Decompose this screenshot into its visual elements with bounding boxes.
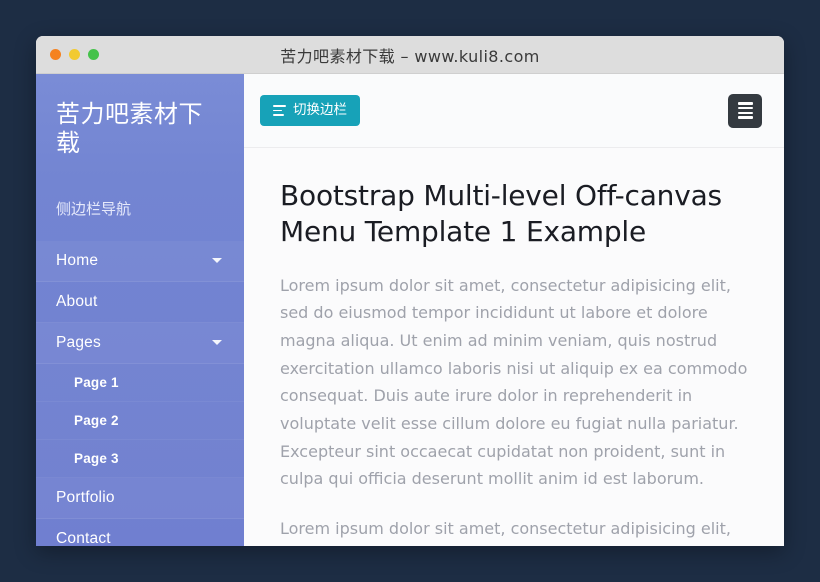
sidebar-item-label: Pages [56,334,101,352]
page-title: Bootstrap Multi-level Off-canvas Menu Te… [280,178,748,250]
toggle-sidebar-label: 切换边栏 [293,104,347,118]
sidebar-item-portfolio[interactable]: Portfolio [36,478,244,519]
sidebar-item-label: Page 2 [74,413,119,428]
paragraph: Lorem ipsum dolor sit amet, consectetur … [280,515,748,546]
article-body: Lorem ipsum dolor sit amet, consectetur … [280,272,748,546]
hamburger-menu-button[interactable] [728,94,762,128]
list-icon [273,105,286,116]
main-content: 切换边栏 Bootstrap Multi-level Off-canvas Me… [244,74,784,546]
chevron-down-icon [212,258,222,263]
sidebar-item-contact[interactable]: Contact [36,519,244,546]
sidebar-item-home[interactable]: Home [36,241,244,282]
sidebar-item-page-3[interactable]: Page 3 [36,440,244,478]
sidebar-item-page-2[interactable]: Page 2 [36,402,244,440]
content-navbar: 切换边栏 [244,74,784,148]
page-body: 苦力吧素材下载 侧边栏导航 Home About Pages Page 1 Page 2… [36,74,784,546]
sidebar-item-label: Home [56,252,98,270]
window-title: 苦力吧素材下载 – www.kuli8.com [36,43,784,67]
sidebar-nav: Home About Pages Page 1 Page 2 Page 3 Portfoli… [36,241,244,546]
sidebar-subtitle: 侧边栏导航 [36,188,244,241]
toggle-sidebar-button[interactable]: 切换边栏 [260,95,360,127]
window-controls [36,49,99,60]
sidebar-brand: 苦力吧素材下载 [36,74,244,188]
sidebar: 苦力吧素材下载 侧边栏导航 Home About Pages Page 1 Page 2… [36,74,244,546]
chevron-down-icon [212,340,222,345]
sidebar-item-label: Contact [56,530,111,546]
minimize-button[interactable] [69,49,80,60]
sidebar-item-label: Portfolio [56,489,115,507]
sidebar-item-label: About [56,293,98,311]
sidebar-item-page-1[interactable]: Page 1 [36,364,244,402]
sidebar-item-pages[interactable]: Pages [36,323,244,364]
sidebar-item-label: Page 1 [74,375,119,390]
maximize-button[interactable] [88,49,99,60]
paragraph: Lorem ipsum dolor sit amet, consectetur … [280,272,748,493]
browser-window: 苦力吧素材下载 – www.kuli8.com 苦力吧素材下载 侧边栏导航 Ho… [36,36,784,546]
sidebar-item-label: Page 3 [74,451,119,466]
hamburger-icon [738,102,753,118]
sidebar-item-about[interactable]: About [36,282,244,323]
article: Bootstrap Multi-level Off-canvas Menu Te… [244,148,784,546]
close-button[interactable] [50,49,61,60]
window-titlebar: 苦力吧素材下载 – www.kuli8.com [36,36,784,74]
